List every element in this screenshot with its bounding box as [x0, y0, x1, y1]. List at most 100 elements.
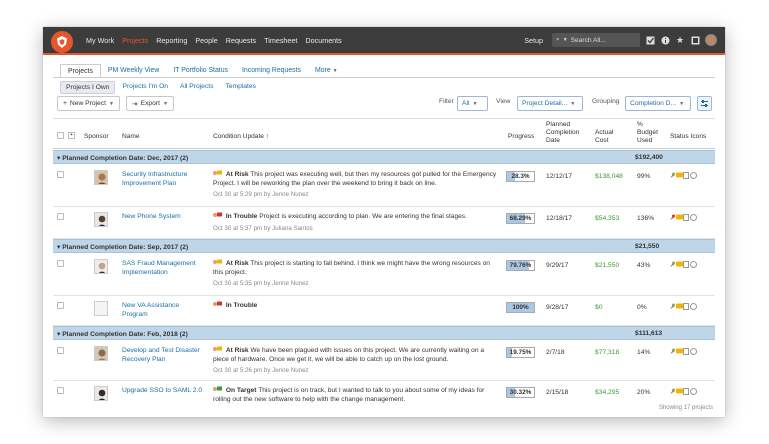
column-sponsor[interactable]: Sponsor [84, 133, 109, 141]
window-icon[interactable] [690, 35, 700, 45]
circle-icon[interactable] [690, 214, 697, 221]
circle-icon[interactable] [690, 172, 697, 179]
comment-icon[interactable] [676, 214, 683, 221]
project-name-link[interactable]: Upgrade SSO to SAML 2.0 [122, 387, 204, 396]
expand-all-button[interactable]: + [68, 132, 75, 139]
filter-label: Filter [439, 98, 454, 105]
tab-projects[interactable]: Projects [60, 64, 101, 78]
nav-item-my-work[interactable]: My Work [86, 36, 114, 45]
tab-pm-weekly-view[interactable]: PM Weekly View [101, 64, 166, 78]
status-icons [669, 261, 697, 268]
setup-link[interactable]: Setup [524, 36, 543, 45]
grouping-select[interactable]: Completion D... ▼ [625, 96, 691, 111]
table-row[interactable]: Upgrade SSO to SAML 2.0 On Target This p… [53, 381, 715, 403]
comment-icon[interactable] [676, 303, 683, 310]
column-settings-button[interactable] [697, 96, 712, 111]
info-icon[interactable] [660, 35, 670, 45]
pin-icon[interactable] [669, 348, 675, 355]
project-name-link[interactable]: New VA Assistance Program [122, 302, 204, 319]
user-avatar[interactable] [705, 34, 717, 46]
comment-icon[interactable] [676, 261, 683, 268]
pin-icon[interactable] [669, 388, 675, 395]
circle-icon[interactable] [690, 348, 697, 355]
nav-item-projects[interactable]: Projects [122, 36, 148, 45]
tab-it-portfolio-status[interactable]: IT Portfolio Status [166, 64, 235, 78]
group-header[interactable]: ▾ Planned Completion Date: Dec, 2017 (2)… [53, 150, 715, 164]
column-condition-update[interactable]: Condition Update ↑ [213, 133, 269, 141]
app-logo-icon[interactable] [51, 31, 73, 53]
document-icon[interactable] [683, 388, 689, 395]
circle-icon[interactable] [690, 261, 697, 268]
row-checkbox[interactable] [57, 260, 64, 267]
new-project-label: New Project [69, 100, 106, 107]
subtab-projects-im-on[interactable]: Projects I'm On [117, 81, 173, 94]
row-checkbox[interactable] [57, 347, 64, 354]
nav-item-requests[interactable]: Requests [226, 36, 256, 45]
project-name-link[interactable]: New Phone System [122, 213, 204, 222]
project-name-link[interactable]: Security Infrastructure Improvement Plan [122, 171, 204, 188]
pin-icon[interactable] [669, 261, 675, 268]
budget-used: 136% [637, 215, 655, 222]
row-checkbox[interactable] [57, 302, 64, 309]
planned-date: 12/18/17 [546, 215, 573, 222]
view-select[interactable]: Project Detail... ▼ [517, 96, 583, 111]
row-checkbox[interactable] [57, 171, 64, 178]
select-all-checkbox[interactable] [57, 132, 64, 139]
comment-icon[interactable] [676, 348, 683, 355]
planned-date: 9/29/17 [546, 262, 569, 269]
nav-item-documents[interactable]: Documents [305, 36, 341, 45]
document-icon[interactable] [683, 261, 689, 268]
subtab-templates[interactable]: Templates [220, 81, 260, 94]
project-name-link[interactable]: Develop and Test Disaster Recovery Plan [122, 347, 204, 364]
circle-icon[interactable] [690, 303, 697, 310]
main-nav: My Work Projects Reporting People Reques… [86, 36, 342, 45]
row-checkbox[interactable] [57, 213, 64, 220]
table-row[interactable]: Develop and Test Disaster Recovery Plan … [53, 341, 715, 381]
export-icon: ⇥ [132, 100, 138, 108]
actual-cost: $21,550 [595, 262, 620, 269]
table-row[interactable]: New VA Assistance Program In Trouble 100… [53, 296, 715, 326]
column-status-icons[interactable]: Status Icons [670, 133, 706, 141]
project-name-link[interactable]: SAS Fraud Management Implementation [122, 260, 204, 277]
nav-item-people[interactable]: People [195, 36, 217, 45]
tab-more[interactable]: More ▼ [308, 64, 345, 78]
table-row[interactable]: New Phone System In Trouble Project is e… [53, 207, 715, 239]
table-row[interactable]: SAS Fraud Management Implementation At R… [53, 254, 715, 296]
pin-icon[interactable] [669, 303, 675, 310]
group-header[interactable]: ▾ Planned Completion Date: Sep, 2017 (2)… [53, 239, 715, 253]
subtab-all-projects[interactable]: All Projects [175, 81, 218, 94]
comment-icon[interactable] [676, 388, 683, 395]
search-input[interactable]: ⌕ ▼ Search All... [552, 33, 640, 47]
table-row[interactable]: Security Infrastructure Improvement Plan… [53, 165, 715, 207]
condition-update: At Risk We have been plagued with issues… [213, 346, 501, 376]
new-project-button[interactable]: + New Project ▼ [57, 96, 120, 111]
progress-value: 79.76% [509, 262, 532, 269]
circle-icon[interactable] [690, 388, 697, 395]
nav-item-timesheet[interactable]: Timesheet [264, 36, 297, 45]
nav-item-reporting[interactable]: Reporting [156, 36, 187, 45]
condition-text: Project is executing according to plan. … [259, 213, 467, 220]
comment-icon[interactable] [676, 172, 683, 179]
document-icon[interactable] [683, 303, 689, 310]
app-window: My Work Projects Reporting People Reques… [43, 27, 725, 417]
pin-icon[interactable] [669, 172, 675, 179]
checkbox-icon[interactable] [645, 35, 655, 45]
column-budget-used[interactable]: % Budget Used [637, 121, 658, 145]
column-planned-completion-date[interactable]: Planned Completion Date [546, 121, 579, 145]
export-button[interactable]: ⇥ Export ▼ [126, 96, 174, 111]
row-checkbox[interactable] [57, 387, 64, 394]
document-icon[interactable] [683, 172, 689, 179]
column-progress[interactable]: Progress [508, 133, 534, 141]
subtab-projects-i-own[interactable]: Projects I Own [60, 81, 116, 94]
column-actual-cost[interactable]: Actual Cost [595, 129, 613, 145]
document-icon[interactable] [683, 214, 689, 221]
column-name[interactable]: Name [122, 133, 140, 141]
progress-bar: 19.75% [506, 347, 535, 358]
pin-icon[interactable] [669, 214, 675, 221]
star-icon[interactable]: ★ [675, 35, 685, 45]
document-icon[interactable] [683, 348, 689, 355]
tab-incoming-requests[interactable]: Incoming Requests [235, 64, 308, 78]
group-header[interactable]: ▾ Planned Completion Date: Feb, 2018 (2)… [53, 326, 715, 340]
actual-cost: $54,353 [595, 215, 620, 222]
filter-select[interactable]: All ▼ [457, 96, 488, 111]
